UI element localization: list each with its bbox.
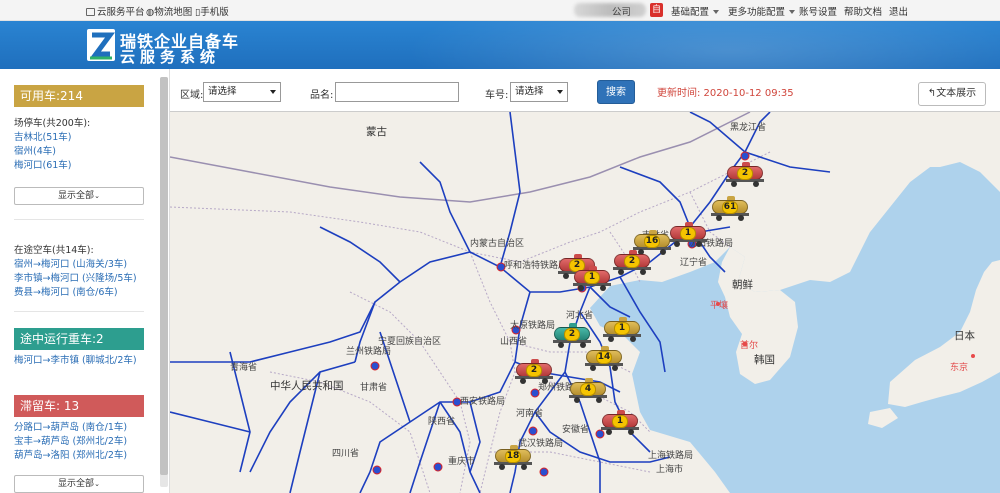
map-label-shanghai: 上海市 xyxy=(656,465,684,475)
available-cars-header[interactable]: 可用车:214 xyxy=(14,85,144,107)
map-label-japan: 日本 xyxy=(954,330,975,342)
stuck-item[interactable]: 宝丰→葫芦岛 (郑州北/2车) xyxy=(14,433,127,447)
car-number-label: 车号: xyxy=(485,90,509,101)
region-label: 区域: xyxy=(180,90,204,101)
loaded-running-item[interactable]: 梅河口→李市镇 (聊城北/2车) xyxy=(14,352,137,366)
logistics-map-link[interactable]: ◍物流地图 xyxy=(146,4,192,18)
header-banner: 瑞铁企业自备车 云服务系统 xyxy=(0,21,1000,69)
map-label-gansu: 甘肃省 xyxy=(360,383,388,393)
z-logo-icon xyxy=(87,29,115,61)
yard-item[interactable]: 宿州(4车) xyxy=(14,143,56,157)
map-label-shanxi: 山西省 xyxy=(500,337,528,347)
train-marker[interactable]: 2 xyxy=(612,250,652,276)
sidebar: 可用车:214 场停车(共200车): 吉林北(51车) 宿州(4车) 梅河口(… xyxy=(0,69,170,493)
train-marker[interactable]: 1 xyxy=(572,266,612,292)
stuck-item[interactable]: 分路口→葫芦岛 (南仓/1车) xyxy=(14,419,127,433)
more-config-menu[interactable]: 更多功能配置 xyxy=(728,4,796,18)
logout-link[interactable]: 退出 xyxy=(889,4,908,18)
map-label-tokyo: 东京 xyxy=(950,363,969,373)
help-docs-link[interactable]: 帮助文档 xyxy=(844,4,882,18)
map-label-china: 中华人民共和国 xyxy=(270,380,344,392)
chevron-down-icon: ⌄ xyxy=(94,480,100,488)
empty-transit-item[interactable]: 李市镇→梅河口 (兴隆场/5车) xyxy=(14,270,137,284)
product-input[interactable] xyxy=(335,82,459,102)
map-label-north-korea: 朝鲜 xyxy=(732,279,753,291)
train-marker[interactable]: 14 xyxy=(584,346,624,372)
map-label-qinghai: 青海省 xyxy=(230,363,258,373)
train-marker[interactable]: 61 xyxy=(710,196,750,222)
cloud-platform-link[interactable]: 云服务平台 xyxy=(86,4,145,18)
yard-item[interactable]: 梅河口(61车) xyxy=(14,157,72,171)
train-marker[interactable]: 2 xyxy=(514,359,554,385)
chevron-down-icon: ⌄ xyxy=(94,192,100,200)
empty-transit-item[interactable]: 费县→梅河口 (南仓/6车) xyxy=(14,284,118,298)
search-button[interactable]: 搜索 xyxy=(597,80,635,104)
map-label-sichuan: 四川省 xyxy=(332,449,360,459)
sidebar-scrollbar-thumb[interactable] xyxy=(160,77,168,475)
map-label-chongqing: 重庆市 xyxy=(448,457,476,467)
map-canvas[interactable] xyxy=(170,112,1000,493)
map-view[interactable]: 蒙古 黑龙江省 内蒙古自治区 吉林省 沈阳铁路局 辽宁省 朝鲜 平壤 首尔 韩国… xyxy=(170,112,1000,493)
dropdown-arrow-icon xyxy=(557,90,563,94)
map-label-shanghai-rail: 上海铁路局 xyxy=(648,451,694,461)
empty-transit-title: 在途空车(共14车): xyxy=(14,245,94,256)
train-marker[interactable]: 18 xyxy=(493,445,533,471)
map-label-heilongjiang: 黑龙江省 xyxy=(730,123,767,133)
map-label-south-korea: 韩国 xyxy=(754,354,775,366)
map-label-pyongyang: 平壤 xyxy=(710,301,729,311)
train-marker[interactable]: 2 xyxy=(725,162,765,188)
stuck-item[interactable]: 葫芦岛→洛阳 (郑州北/2车) xyxy=(14,447,127,461)
show-all-button[interactable]: 显示全部⌄ xyxy=(14,187,144,205)
map-label-taiyuan-rail: 太原铁路局 xyxy=(510,321,556,331)
loaded-running-header[interactable]: 途中运行重车:2 xyxy=(14,328,144,350)
update-time: 更新时间: 2020-10-12 09:35 xyxy=(657,88,794,99)
region-select[interactable]: 请选择 xyxy=(203,82,281,102)
text-view-button[interactable]: ↰文本展示 xyxy=(918,82,986,106)
map-label-lanzhou-rail: 兰州铁路局 xyxy=(346,347,392,357)
car-number-select[interactable]: 请选择 xyxy=(510,82,568,102)
map-label-xian-rail: 西安铁路局 xyxy=(460,397,506,407)
stuck-cars-header[interactable]: 滞留车: 13 xyxy=(14,395,144,417)
map-label-henan: 河南省 xyxy=(516,409,544,419)
product-label: 品名: xyxy=(310,90,334,101)
brand-subtitle: 云服务系统 xyxy=(120,48,221,66)
chevron-down-icon xyxy=(789,10,796,14)
monitor-icon xyxy=(86,8,95,16)
company-name-blurred xyxy=(574,3,646,17)
back-arrow-icon: ↰ xyxy=(927,88,937,99)
yard-item[interactable]: 吉林北(51车) xyxy=(14,129,72,143)
map-label-shaanxi: 陕西省 xyxy=(428,417,456,427)
yard-cars-title: 场停车(共200车): xyxy=(14,118,91,129)
train-marker[interactable]: 1 xyxy=(600,410,640,436)
show-all-button[interactable]: 显示全部⌄ xyxy=(14,475,144,493)
filter-bar: 区域: 请选择 品名: 车号: 请选择 搜索 更新时间: 2020-10-12 … xyxy=(170,69,1000,112)
self-badge: 自 xyxy=(650,3,663,17)
map-label-hebei: 河北省 xyxy=(566,311,594,321)
map-label-mongolia: 蒙古 xyxy=(366,126,387,138)
train-marker[interactable]: 1 xyxy=(668,222,708,248)
chevron-down-icon xyxy=(713,10,720,14)
top-bar: 云服务平台 ◍物流地图 ▯手机版 公司 自 基础配置 更多功能配置 账号设置 帮… xyxy=(0,0,1000,21)
account-settings-link[interactable]: 账号设置 xyxy=(799,4,837,18)
basic-config-menu[interactable]: 基础配置 xyxy=(671,4,720,18)
map-label-inner-mongolia: 内蒙古自治区 xyxy=(470,239,525,249)
company-name: 公司 xyxy=(612,7,632,18)
map-label-anhui: 安徽省 xyxy=(562,425,590,435)
train-marker[interactable]: 4 xyxy=(568,378,608,404)
map-label-liaoning: 辽宁省 xyxy=(680,258,708,268)
empty-transit-item[interactable]: 宿州→梅河口 (山海关/3车) xyxy=(14,256,127,270)
map-label-seoul: 首尔 xyxy=(740,341,759,351)
train-marker[interactable]: 1 xyxy=(602,317,642,343)
dropdown-arrow-icon xyxy=(270,90,276,94)
mobile-link[interactable]: ▯手机版 xyxy=(195,4,229,18)
